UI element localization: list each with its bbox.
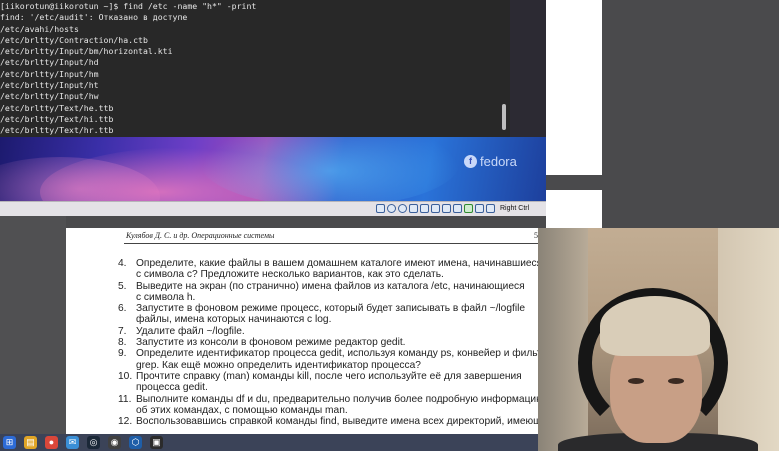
task-number: 6. bbox=[118, 303, 127, 315]
terminal-line: /etc/avahi/hosts bbox=[0, 23, 79, 34]
task-number: 10. bbox=[118, 370, 133, 382]
virtualbox-icon[interactable]: ⬡ bbox=[129, 436, 142, 449]
terminal-line: /etc/brltty/Input/hw bbox=[0, 91, 99, 102]
mouse-integration-icon[interactable] bbox=[475, 204, 484, 213]
task-text: Выполните команды df и du, предварительн… bbox=[136, 393, 544, 405]
task-text: Выведите на экран (по странично) имена ф… bbox=[136, 280, 525, 292]
desktop-background bbox=[0, 213, 66, 451]
task-item: 10. Прочтите справку (man) команды kill, … bbox=[118, 371, 546, 394]
wallpaper-swirl bbox=[200, 137, 460, 202]
shared-folder-icon[interactable] bbox=[431, 204, 440, 213]
chrome-icon[interactable]: ● bbox=[45, 436, 58, 449]
task-text: Прочтите справку (man) команды kill, пос… bbox=[136, 370, 522, 382]
steam-icon[interactable]: ◎ bbox=[87, 436, 100, 449]
files-icon[interactable]: ▤ bbox=[24, 436, 37, 449]
webcam-person-eye bbox=[668, 378, 684, 384]
task-number: 11. bbox=[118, 393, 132, 405]
header-rule bbox=[124, 243, 546, 244]
pdf-page-previous bbox=[546, 0, 602, 175]
page-header: Кулябов Д. С. и др. Операционные системы bbox=[126, 231, 275, 240]
optical-drive-icon[interactable] bbox=[387, 204, 396, 213]
task-list: 4. Определите, какие файлы в вашем домашн… bbox=[118, 258, 546, 427]
task-text: Запустите из консоли в фоновом режиме ре… bbox=[136, 337, 406, 349]
network-icon[interactable] bbox=[409, 204, 418, 213]
mail-icon[interactable]: ✉ bbox=[66, 436, 79, 449]
terminal-line: /etc/brltty/Text/hi.ttb bbox=[0, 113, 114, 124]
task-number: 8. bbox=[118, 337, 127, 349]
task-number: 9. bbox=[118, 348, 127, 360]
virtualbox-window[interactable]: [iikorotun@iikorotun ~]$ find /etc -name… bbox=[0, 0, 546, 216]
fedora-logo: f fedora bbox=[464, 154, 517, 169]
terminal-window[interactable]: [iikorotun@iikorotun ~]$ find /etc -name… bbox=[0, 0, 510, 137]
task-item: 12. Воспользовавшись справкой команды fin… bbox=[118, 416, 546, 427]
terminal-line: /etc/brltty/Contraction/ha.ctb bbox=[0, 34, 148, 45]
terminal-icon[interactable]: ▣ bbox=[150, 436, 163, 449]
guest-desktop bbox=[510, 0, 546, 137]
display-icon[interactable] bbox=[442, 204, 451, 213]
task-text-continued: файлы, имена которых начинаются с log. bbox=[136, 314, 332, 326]
webcam-person-eye bbox=[628, 378, 644, 384]
terminal-output: [iikorotun@iikorotun ~]$ find /etc -name… bbox=[0, 1, 256, 137]
terminal-line: /etc/brltty/Text/he.ttb bbox=[0, 102, 114, 113]
task-item: 11. Выполните команды df и du, предварите… bbox=[118, 394, 546, 417]
fedora-wordmark: fedora bbox=[480, 154, 517, 169]
task-text: Определите, какие файлы в вашем домашнем… bbox=[136, 258, 543, 269]
terminal-line: /etc/brltty/Input/hm bbox=[0, 68, 99, 79]
webcam-person-hair bbox=[600, 296, 710, 356]
task-text: Удалите файл ~/logfile. bbox=[136, 325, 245, 337]
task-text-continued: об этих командах, с помощью команды man. bbox=[136, 404, 348, 416]
vm-status-icons: Right Ctrl bbox=[376, 204, 529, 213]
terminal-line: /etc/brltty/Text/hr.ttb bbox=[0, 125, 114, 136]
task-text: Запустите в фоновом режиме процесс, кото… bbox=[136, 303, 526, 315]
task-text-continued: процесса gedit. bbox=[136, 382, 208, 394]
terminal-scrollbar[interactable] bbox=[502, 104, 506, 130]
guest-wallpaper: f fedora bbox=[0, 137, 546, 202]
task-text-continued: с символа h. bbox=[136, 291, 196, 303]
webcam-background-wall bbox=[718, 228, 779, 451]
terminal-line: /etc/brltty/Input/ht bbox=[0, 80, 99, 91]
task-text-continued: grep. Как ещё можно определить идентифик… bbox=[136, 359, 421, 371]
terminal-line: /etc/brltty/Input/bm/horizontal.kti bbox=[0, 46, 173, 57]
task-text: Определите идентификатор процесса gedit,… bbox=[136, 348, 546, 360]
taskbar-icons: ⊞ ▤ ● ✉ ◎ ◉ ⬡ ▣ bbox=[3, 436, 163, 449]
terminal-line: /etc/brltty/Input/hd bbox=[0, 57, 99, 68]
host-taskbar: ⊞ ▤ ● ✉ ◎ ◉ ⬡ ▣ bbox=[0, 434, 546, 451]
task-number: 5. bbox=[118, 280, 127, 292]
pdf-page-margin bbox=[546, 190, 602, 228]
webcam-overlay bbox=[538, 228, 779, 451]
task-item: 4. Определите, какие файлы в вашем домашн… bbox=[118, 258, 546, 281]
start-icon[interactable]: ⊞ bbox=[3, 436, 16, 449]
vm-status-bar: Right Ctrl bbox=[0, 201, 546, 216]
task-item: 6. Запустите в фоновом режиме процесс, ко… bbox=[118, 303, 546, 326]
task-text: Воспользовавшись справкой команды find, … bbox=[136, 416, 542, 428]
task-text-continued: с символа c? Предложите несколько вариан… bbox=[136, 269, 444, 281]
task-number: 12. bbox=[118, 416, 133, 428]
task-item: 7. Удалите файл ~/logfile. bbox=[118, 326, 546, 337]
task-number: 7. bbox=[118, 325, 127, 337]
terminal-line: [iikorotun@iikorotun ~]$ find /etc -name… bbox=[0, 1, 257, 11]
task-item: 8. Запустите из консоли в фоновом режиме … bbox=[118, 337, 546, 348]
cpu-icon[interactable] bbox=[464, 204, 473, 213]
task-number: 4. bbox=[118, 258, 127, 269]
task-item: 9. Определите идентификатор процесса gedi… bbox=[118, 348, 546, 371]
hdd-icon[interactable] bbox=[376, 204, 385, 213]
usb-icon[interactable] bbox=[420, 204, 429, 213]
terminal-line: find: '/etc/audit': Отказано в доступе bbox=[0, 12, 188, 23]
keyboard-icon[interactable] bbox=[486, 204, 495, 213]
fedora-icon: f bbox=[464, 155, 477, 168]
audio-icon[interactable] bbox=[398, 204, 407, 213]
host-key-label: Right Ctrl bbox=[500, 205, 530, 212]
video-capture-icon[interactable] bbox=[453, 204, 462, 213]
pdf-page: Кулябов Д. С. и др. Операционные системы… bbox=[66, 228, 546, 451]
obs-icon[interactable]: ◉ bbox=[108, 436, 121, 449]
task-item: 5. Выведите на экран (по странично) имена… bbox=[118, 281, 546, 304]
